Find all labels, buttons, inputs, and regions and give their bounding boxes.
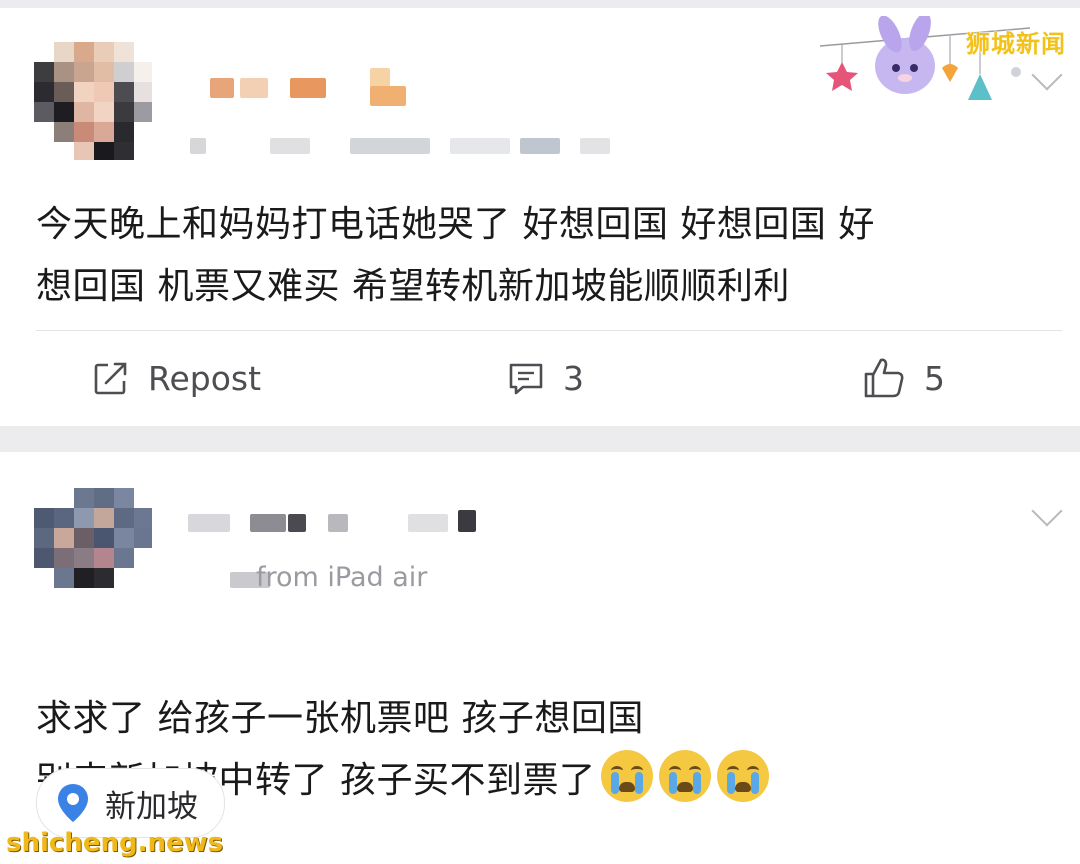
avatar[interactable] — [34, 488, 152, 606]
watermark-bottom-left: shicheng.news — [6, 828, 224, 858]
chevron-down-icon[interactable] — [1031, 59, 1063, 91]
location-label: 新加坡 — [105, 788, 198, 825]
comment-icon — [509, 363, 543, 395]
username-redacted[interactable] — [188, 508, 508, 538]
chevron-down-icon[interactable] — [1031, 495, 1063, 527]
repost-button[interactable]: Repost — [92, 354, 261, 402]
watermark-top-right: 狮城新闻 — [966, 30, 1066, 58]
post-source: from iPad air — [256, 562, 428, 593]
crying-emoji — [717, 750, 770, 802]
location-pin-icon — [58, 784, 88, 822]
comment-count: 3 — [563, 358, 584, 398]
like-button[interactable]: 5 — [862, 354, 945, 402]
divider — [36, 330, 1062, 331]
like-icon — [864, 358, 904, 398]
like-count: 5 — [924, 358, 945, 398]
avatar[interactable] — [34, 42, 152, 160]
post-text: 今天晚上和妈妈打电话她哭了 好想回国 好想回国 好 想回国 机票又难买 希望转机… — [36, 204, 875, 307]
crying-emoji — [601, 750, 654, 802]
post-meta-redacted — [190, 134, 670, 158]
post-card: 今天晚上和妈妈打电话她哭了 好想回国 好想回国 好 想回国 机票又难买 希望转机… — [0, 8, 1080, 426]
repost-label: Repost — [148, 358, 262, 398]
repost-icon — [94, 362, 127, 395]
comment-button[interactable]: 3 — [507, 354, 584, 402]
crying-emoji — [659, 750, 712, 802]
username-redacted[interactable] — [180, 68, 440, 108]
